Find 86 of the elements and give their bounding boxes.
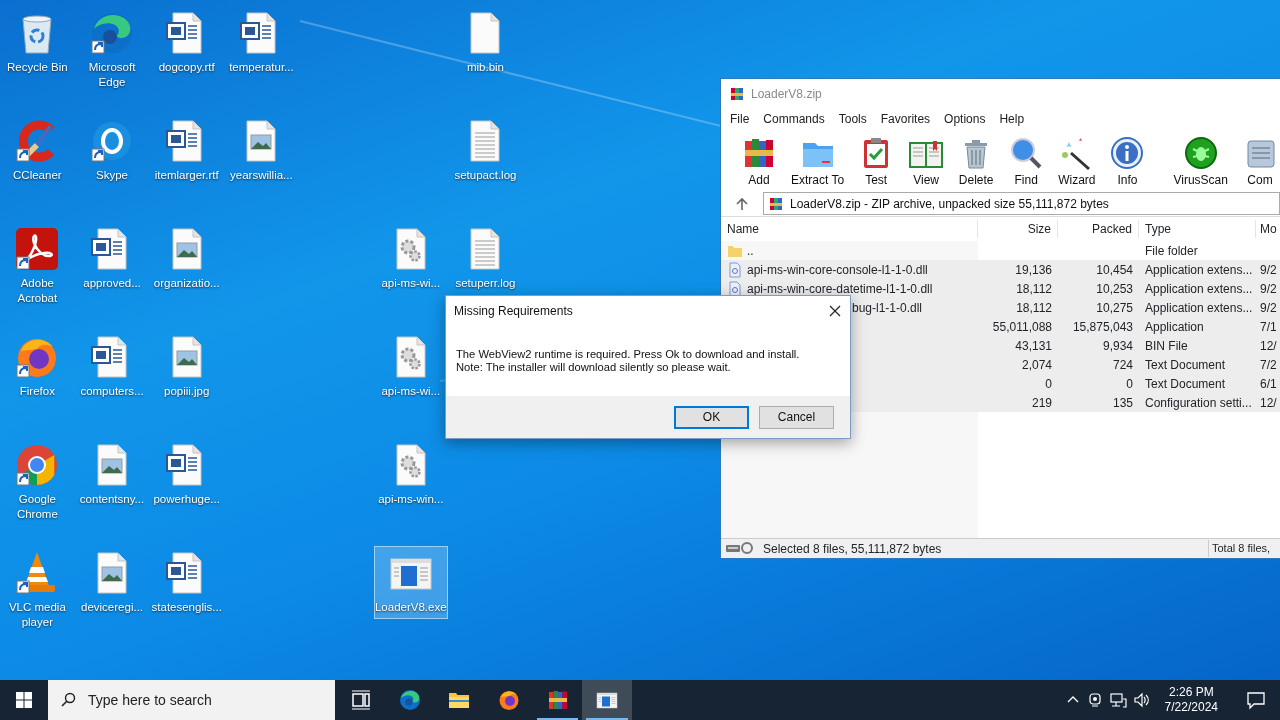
toolbar-button[interactable]: Info	[1103, 135, 1152, 187]
toolbar-button[interactable]: VirusScan	[1167, 135, 1234, 187]
table-cell-text: bug-l1-1-0.dll	[852, 299, 923, 317]
table-cell-text: 7/1	[1259, 318, 1278, 336]
column-header[interactable]: Name	[721, 220, 978, 238]
menu-item[interactable]: Tools	[831, 110, 874, 128]
table-cell-text: 43,131	[1014, 337, 1053, 355]
table-cell-text: 9/2	[1259, 299, 1278, 317]
archive-app-icon	[729, 86, 745, 102]
table-cell-text: 18,112	[1015, 280, 1053, 298]
table-cell-text: Text Document	[1144, 356, 1227, 374]
toolbar-button[interactable]: Add	[735, 135, 783, 187]
table-cell-text: 12/	[1259, 394, 1278, 412]
table-cell-text: 2,074	[1020, 356, 1053, 374]
table-row[interactable]: api-ms-win-core-console-l1-1-0.dll 19,136 10,454 Application extens... 9/2	[721, 260, 1280, 279]
table-cell-text: 10,454	[1095, 261, 1134, 279]
table-cell-text: Text Document	[1144, 375, 1227, 393]
table-cell-text: 10,253	[1095, 280, 1134, 298]
table-cell-text: BIN File	[1144, 337, 1189, 355]
speaker-icon[interactable]	[1132, 691, 1151, 709]
toolbar-button[interactable]: Test	[852, 135, 901, 187]
table-cell-text: Application extens...	[1144, 299, 1254, 317]
table-cell-text: Application	[1144, 318, 1205, 336]
table-cell-text: api-ms-win-core-console-l1-1-0.dll	[747, 261, 928, 279]
table-cell-text: 9,934	[1101, 337, 1134, 355]
column-header[interactable]: Type	[1139, 220, 1256, 238]
windows-logo-icon	[16, 692, 32, 708]
table-cell-text: 135	[1111, 394, 1134, 412]
archive-app-icon	[768, 195, 784, 212]
table-cell-text: ..	[747, 242, 754, 260]
table-cell-text: Application extens...	[1144, 280, 1254, 298]
status-text: Total 8 files,	[1212, 542, 1271, 555]
clock[interactable]: 2:26 PM 7/22/2024	[1156, 685, 1226, 715]
table-cell-text: 15,875,043	[1071, 318, 1134, 336]
status-text: Selected 8 files, 55,111,872 bytes	[763, 540, 942, 558]
dialog-button[interactable]: Cancel	[759, 405, 834, 429]
table-cell-text: Configuration setti...	[1144, 394, 1253, 412]
toolbar-button[interactable]: Find	[1002, 135, 1051, 187]
toolbar-button[interactable]: Delete	[952, 135, 1001, 187]
table-cell-text: File folder	[1144, 242, 1199, 260]
menu-item[interactable]: Favorites	[873, 110, 938, 128]
dialog-title: Missing Requirements	[454, 303, 573, 320]
edge-icon	[397, 688, 422, 712]
up-arrow-icon[interactable]	[735, 196, 749, 211]
table-cell-text: 0	[1125, 375, 1134, 393]
column-header[interactable]: Mo	[1256, 220, 1280, 238]
table-row[interactable]: api-ms-win-core-datetime-l1-1-0.dll 18,112 10,253 Application extens... 9/2	[721, 279, 1280, 298]
column-header[interactable]: Size	[978, 220, 1058, 238]
table-cell-text: 6/1	[1259, 375, 1278, 393]
bug-icon	[1182, 135, 1219, 171]
menu-item[interactable]: File	[723, 110, 757, 128]
menu-item[interactable]: Help	[992, 110, 1032, 128]
table-row[interactable]: .. File folder	[721, 241, 1280, 260]
table-cell-text: 10,275	[1095, 299, 1134, 317]
search-field[interactable]: Type here to search	[86, 688, 316, 712]
toolbar-button[interactable]: Wizard	[1052, 135, 1102, 187]
menu-item[interactable]: Commands	[756, 110, 832, 128]
dialog-button[interactable]: OK	[674, 405, 749, 429]
table-cell-text: 55,011,088	[991, 318, 1053, 336]
table-cell-text: 9/2	[1259, 261, 1278, 279]
table-cell-text: api-ms-win-core-datetime-l1-1-0.dll	[747, 280, 933, 298]
network-icon[interactable]	[1108, 691, 1127, 709]
table-cell-text: 19,136	[1014, 261, 1053, 279]
settings-file-icon	[727, 261, 743, 278]
taskbar-button[interactable]	[582, 680, 632, 720]
toolbar-button[interactable]: View	[902, 135, 951, 187]
table-cell-text: 724	[1111, 356, 1134, 374]
webcam-icon[interactable]	[1086, 692, 1103, 708]
toolbar-button[interactable]: Extract To	[785, 135, 851, 187]
search-box[interactable]: Type here to search	[48, 680, 335, 720]
close-icon[interactable]	[828, 304, 842, 318]
table-cell-text: 18,112	[1015, 299, 1053, 317]
table-cell-text: 9/2	[1259, 280, 1278, 298]
table-cell-text: Application extens...	[1144, 261, 1254, 279]
table-cell-text: 12/	[1259, 337, 1278, 355]
window-title: LoaderV8.zip	[751, 86, 822, 103]
notification-icon[interactable]	[1246, 690, 1266, 710]
table-cell-text: 0	[1044, 375, 1053, 393]
toolbar-button[interactable]: Com	[1235, 135, 1280, 187]
info-icon	[1109, 135, 1146, 171]
table-cell-text: 219	[1030, 394, 1053, 412]
menu-item[interactable]: Options	[937, 110, 993, 128]
search-icon	[60, 692, 76, 708]
column-header[interactable]: Packed	[1058, 220, 1139, 238]
table-cell-text: 7/2	[1259, 356, 1278, 374]
address-field[interactable]: LoaderV8.zip - ZIP archive, unpacked size 55,111,872 bytes	[763, 192, 1280, 215]
